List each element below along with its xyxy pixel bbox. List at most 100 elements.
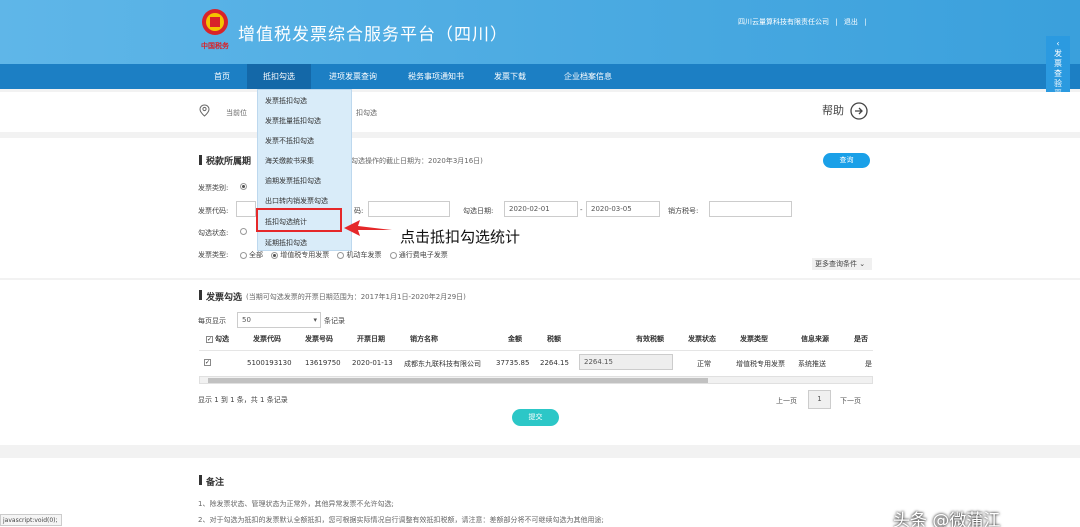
invoice-number-input[interactable] xyxy=(368,201,450,217)
page-size-value: 50 xyxy=(242,316,251,324)
date-from-input[interactable]: 2020-02-01 xyxy=(504,201,578,217)
col-date: 开票日期 xyxy=(357,335,385,343)
col-seller: 销方名称 xyxy=(410,335,438,343)
more-conditions-link[interactable]: 更多查询条件 ⌄ xyxy=(812,258,872,270)
menu-item-non-deduction[interactable]: 发票不抵扣勾选 xyxy=(265,136,314,146)
col-number: 发票号码 xyxy=(305,335,333,343)
more-conditions-label: 更多查询条件 xyxy=(815,260,857,268)
col-code: 发票代码 xyxy=(253,335,281,343)
nav-home[interactable]: 首页 xyxy=(205,64,239,89)
cell-number: 13619750 xyxy=(305,359,341,367)
status-radio[interactable] xyxy=(240,228,247,235)
svg-text:中国税务: 中国税务 xyxy=(201,41,230,50)
main-nav: 首页 抵扣勾选 进项发票查询 税务事项通知书 发票下载 企业档案信息 xyxy=(0,64,1080,89)
type-label: 增值税专用发票 xyxy=(280,251,330,259)
chevron-down-icon: ⌄ xyxy=(859,260,866,268)
col-status: 发票状态 xyxy=(688,335,716,343)
submit-button[interactable]: 提交 xyxy=(512,409,559,426)
col-label: 勾选 xyxy=(215,335,229,343)
cell-code: 5100193130 xyxy=(247,359,292,367)
page-size-label: 每页显示 xyxy=(198,317,226,325)
location-icon xyxy=(199,104,210,117)
nav-invoice-download[interactable]: 发票下载 xyxy=(482,64,538,89)
category-radio[interactable] xyxy=(240,183,247,190)
remark-line: 2、对于勾选为抵扣的发票默认全额抵扣，您可根据实际情况自行调整有效抵扣税额，请注… xyxy=(198,516,604,524)
invoice-select-title: 发票勾选 xyxy=(206,293,243,303)
col-source: 信息来源 xyxy=(801,335,829,343)
seller-tax-input[interactable] xyxy=(709,201,792,217)
breadcrumb: 当前位 xyxy=(226,109,247,117)
company-name: 四川云量算科技有限责任公司 | 退出 | xyxy=(738,17,870,27)
prev-page-button[interactable]: 上一页 xyxy=(776,396,797,406)
caret-down-icon: ▾ xyxy=(313,316,317,324)
help-label: 帮助 xyxy=(822,104,844,117)
menu-item-delayed-deduction[interactable]: 延期抵扣勾选 xyxy=(265,238,307,248)
invoice-category-label: 发票类别: xyxy=(198,184,229,192)
menu-item-export-domestic[interactable]: 出口转内销发票勾选 xyxy=(265,196,328,206)
cell-type: 增值税专用发票 xyxy=(736,360,785,368)
cell-seller: 成都东九联科技有限公司 xyxy=(404,360,481,368)
arrow-right-circle-icon xyxy=(849,102,868,120)
type-radio-vehicle[interactable] xyxy=(337,251,345,259)
browser-status-bar: javascript:void(0); xyxy=(0,514,62,526)
col-tax: 税额 xyxy=(547,335,561,343)
section-marker xyxy=(199,290,202,300)
invoice-code-input[interactable] xyxy=(236,201,256,217)
nav-invoice-query[interactable]: 进项发票查询 xyxy=(318,64,388,89)
breadcrumb-panel xyxy=(0,92,1080,132)
company-label: 四川云量算科技有限责任公司 xyxy=(738,18,829,26)
query-button[interactable]: 查询 xyxy=(823,153,870,168)
chevron-left-icon: ‹ xyxy=(1056,39,1060,48)
seller-tax-label: 销方税号: xyxy=(668,207,699,215)
select-status-label: 勾选状态: xyxy=(198,229,229,237)
date-to-input[interactable]: 2020-03-05 xyxy=(586,201,660,217)
menu-item-customs-collection[interactable]: 海关缴款书采集 xyxy=(265,156,314,166)
select-all-checkbox[interactable]: ✓ xyxy=(206,335,213,343)
type-radio-vat-special[interactable] xyxy=(271,251,279,259)
next-page-button[interactable]: 下一页 xyxy=(840,396,861,406)
invoice-type-label: 发票类型: xyxy=(198,251,229,259)
cell-date: 2020-01-13 xyxy=(352,359,393,367)
annotation-text: 点击抵扣勾选统计 xyxy=(400,228,521,246)
horizontal-scrollbar[interactable] xyxy=(199,376,873,384)
cell-source: 系统推送 xyxy=(798,360,826,368)
date-separator: - xyxy=(580,206,583,214)
page-number-button[interactable]: 1 xyxy=(808,390,831,409)
remark-line: 1、除发票状态、管理状态为正常外，其他异常发票不允许勾选; xyxy=(198,500,394,508)
arrow-left-icon xyxy=(344,220,392,236)
type-radio-toll[interactable] xyxy=(389,251,397,259)
nav-deduction-select[interactable]: 抵扣勾选 xyxy=(247,64,311,89)
type-radio-all[interactable] xyxy=(240,251,247,259)
col-amount: 金额 xyxy=(508,335,522,343)
cell-status: 正常 xyxy=(697,360,711,368)
logout-link[interactable]: 退出 xyxy=(844,18,858,26)
type-label: 机动车发票 xyxy=(346,251,382,259)
valid-tax-input[interactable]: 2264.15 xyxy=(579,354,673,370)
col-valid-tax: 有效税额 xyxy=(636,335,664,343)
cell-extra: 是 xyxy=(865,360,872,368)
invoice-code-label: 发票代码: xyxy=(198,207,229,215)
invoice-type-options: 全部 增值税专用发票 机动车发票 通行费电子发票 xyxy=(240,250,448,260)
tax-period-note: 行勾选操作的截止日期为：2020年3月16日) xyxy=(344,157,483,165)
nav-tax-notice[interactable]: 税务事项通知书 xyxy=(398,64,474,89)
watermark: 头条 @微蒲江 xyxy=(893,511,1001,527)
nav-company-profile[interactable]: 企业档案信息 xyxy=(550,64,626,89)
menu-item-overdue-deduction[interactable]: 逾期发票抵扣勾选 xyxy=(265,176,321,186)
col-type: 发票类型 xyxy=(740,335,768,343)
page-title: 增值税发票综合服务平台（四川） xyxy=(238,25,508,45)
menu-item-batch-deduction[interactable]: 发票批量抵扣勾选 xyxy=(265,116,321,126)
type-label: 全部 xyxy=(249,251,263,259)
scrollbar-thumb[interactable] xyxy=(208,378,708,383)
record-summary: 显示 1 到 1 条，共 1 条记录 xyxy=(198,396,288,404)
page-size-suffix: 条记录 xyxy=(324,317,345,325)
select-date-label: 勾选日期: xyxy=(463,207,494,215)
help-link[interactable]: 帮助 xyxy=(822,102,868,120)
cell-tax: 2264.15 xyxy=(540,359,569,367)
type-label: 通行费电子发票 xyxy=(398,251,448,259)
page-size-select[interactable]: 50 ▾ xyxy=(237,312,321,328)
row-checkbox[interactable]: ✓ xyxy=(204,359,211,366)
highlight-box xyxy=(256,208,342,232)
section-marker xyxy=(199,475,202,485)
menu-item-invoice-deduction[interactable]: 发票抵扣勾选 xyxy=(265,96,307,106)
tax-emblem-logo: 中国税务 xyxy=(201,9,230,50)
